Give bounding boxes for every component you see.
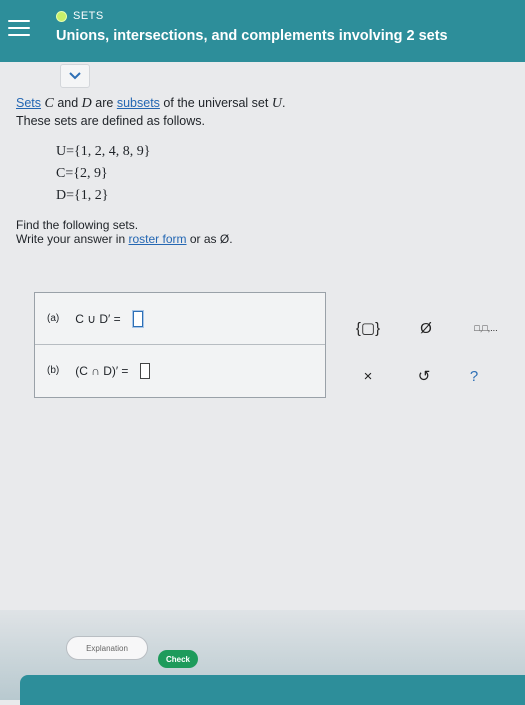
- collapse-chevron-button[interactable]: [60, 64, 90, 88]
- undo-button[interactable]: ↺: [410, 364, 438, 388]
- part-a-label: (a): [47, 313, 60, 324]
- part-a-expression: C ∪ D′ =: [75, 311, 121, 326]
- answer-a-input[interactable]: [132, 310, 143, 327]
- list-elements-button[interactable]: □,□,...: [466, 316, 506, 340]
- explanation-button[interactable]: Explanation: [66, 636, 148, 660]
- set-braces-button[interactable]: {▢}: [354, 316, 382, 340]
- set-definitions: U={1, 2, 4, 8, 9} C={2, 9} D={1, 2}: [56, 144, 496, 204]
- chevron-down-icon: [69, 72, 81, 80]
- set-u-definition: U={1, 2, 4, 8, 9}: [56, 144, 151, 159]
- intro-period: .: [281, 96, 286, 110]
- roster-form-link[interactable]: roster form: [129, 232, 187, 246]
- set-d-symbol: D: [81, 96, 92, 111]
- answer-box: (a) C ∪ D′ = (b) (C ∩ D)′ =: [34, 292, 326, 398]
- subsets-link[interactable]: subsets: [117, 96, 160, 110]
- math-tool-panel: {▢} Ø □,□,... × ↺ ?: [340, 316, 510, 396]
- part-b-label: (b): [47, 365, 60, 376]
- and-text: and: [57, 96, 79, 110]
- empty-set-button[interactable]: Ø: [412, 316, 440, 340]
- check-button[interactable]: Check: [158, 650, 198, 668]
- instructions-line2-end: or as Ø.: [189, 232, 233, 246]
- answer-row-b: (b) (C ∩ D)′ =: [35, 345, 325, 396]
- topic-label: SETS: [73, 10, 104, 22]
- instructions: Find the following sets. Write your answ…: [16, 218, 496, 246]
- page-title: Unions, intersections, and complements i…: [56, 28, 448, 44]
- set-c-symbol: C: [44, 96, 54, 111]
- set-u-symbol: U: [271, 96, 282, 111]
- topic-status-icon: [56, 10, 67, 22]
- clear-button[interactable]: ×: [354, 364, 382, 388]
- set-c-definition: C={2, 9}: [56, 166, 108, 181]
- bottom-teal-bar: [20, 675, 525, 705]
- set-d-definition: D={1, 2}: [56, 188, 109, 203]
- are-text: are: [95, 96, 114, 110]
- problem-intro: Sets C and D are subsets of the universa…: [16, 96, 496, 112]
- topic-row: SETS: [56, 10, 104, 22]
- instructions-line1: Find the following sets.: [16, 218, 139, 232]
- intro-rest: of the universal set: [163, 96, 269, 110]
- problem-intro-line2: These sets are defined as follows.: [16, 114, 205, 128]
- answer-b-input[interactable]: [140, 362, 151, 379]
- hamburger-menu-icon[interactable]: [8, 20, 30, 40]
- header-bar: SETS Unions, intersections, and compleme…: [0, 0, 525, 62]
- answer-row-a: (a) C ∪ D′ =: [35, 293, 325, 345]
- problem-content: Sets C and D are subsets of the universa…: [16, 96, 496, 246]
- instructions-line2-start: Write your answer in: [16, 232, 126, 246]
- sets-link[interactable]: Sets: [16, 96, 41, 110]
- part-b-expression: (C ∩ D)′ =: [75, 363, 129, 378]
- help-button[interactable]: ?: [460, 364, 488, 388]
